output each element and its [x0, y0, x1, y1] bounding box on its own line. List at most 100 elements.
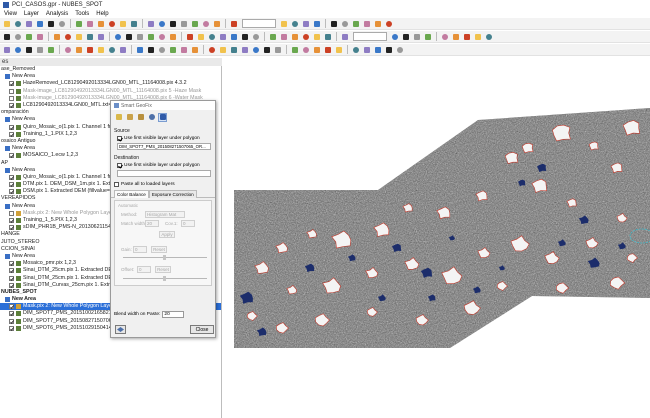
toolbar-dropdown[interactable] — [242, 19, 276, 28]
tool-icon[interactable] — [301, 45, 311, 55]
blend-width-input[interactable]: 20 — [162, 311, 185, 318]
cov-input[interactable]: 0 — [181, 220, 195, 227]
tool-icon[interactable] — [340, 32, 350, 42]
destination-first-visible-checkbox[interactable]: Use first visible layer under polygon — [111, 163, 215, 168]
layer-visibility-checkbox[interactable] — [9, 268, 14, 274]
layer-visibility-checkbox[interactable] — [9, 182, 14, 188]
layer-visibility-checkbox[interactable] — [9, 304, 14, 310]
layer-visibility-checkbox[interactable] — [9, 88, 14, 94]
tool-icon[interactable] — [185, 32, 195, 42]
layer-visibility-checkbox[interactable] — [9, 124, 14, 130]
gain-input[interactable]: 0 — [133, 246, 147, 253]
tool-icon[interactable] — [218, 32, 228, 42]
tool-icon[interactable] — [168, 32, 178, 42]
tool-icon[interactable] — [251, 45, 261, 55]
layer-visibility-checkbox[interactable] — [9, 210, 14, 216]
help-button[interactable] — [115, 325, 126, 334]
tool-icon[interactable] — [96, 19, 106, 29]
layer-visibility-checkbox[interactable] — [9, 95, 14, 101]
layer-visibility-checkbox[interactable] — [9, 318, 14, 324]
tool-icon[interactable] — [473, 32, 483, 42]
tool-icon[interactable] — [24, 19, 34, 29]
tool-icon[interactable] — [107, 19, 117, 29]
tool-icon[interactable] — [395, 45, 405, 55]
tool-icon[interactable] — [401, 32, 411, 42]
tool-icon[interactable] — [384, 19, 394, 29]
tool-icon[interactable] — [96, 45, 106, 55]
tool-icon[interactable] — [323, 45, 333, 55]
tool-icon[interactable] — [312, 32, 322, 42]
tool-icon[interactable] — [196, 32, 206, 42]
tool-icon[interactable] — [440, 32, 450, 42]
tool-icon[interactable] — [57, 19, 67, 29]
tool-icon[interactable] — [74, 32, 84, 42]
tool-icon[interactable] — [290, 45, 300, 55]
method-select[interactable]: Histogram Mat — [145, 211, 185, 218]
close-button[interactable]: Close — [190, 325, 214, 334]
menu-tools[interactable]: Tools — [75, 11, 89, 17]
tool-icon[interactable] — [451, 32, 461, 42]
tool-icon[interactable] — [52, 32, 62, 42]
tool-icon[interactable] — [279, 19, 289, 29]
tool-icon[interactable] — [35, 19, 45, 29]
tool-icon[interactable] — [218, 45, 228, 55]
destination-layer-select[interactable] — [117, 170, 211, 177]
tool-icon[interactable] — [484, 32, 494, 42]
tool-icon[interactable] — [207, 32, 217, 42]
tool-icon[interactable] — [168, 19, 178, 29]
layer-visibility-checkbox[interactable] — [9, 311, 14, 317]
tool-icon[interactable] — [135, 45, 145, 55]
layer-tree-item[interactable]: New Area — [0, 73, 221, 80]
copy-icon[interactable] — [114, 113, 123, 122]
tool-icon[interactable] — [229, 19, 239, 29]
tool-icon[interactable] — [146, 45, 156, 55]
tool-icon[interactable] — [229, 32, 239, 42]
layer-visibility-checkbox[interactable] — [9, 103, 14, 109]
paste-all-check-box[interactable] — [114, 182, 119, 187]
paste-all-checkbox[interactable]: Paste all to loaded layers — [111, 182, 215, 187]
tool-icon[interactable] — [290, 32, 300, 42]
tool-icon[interactable] — [157, 19, 167, 29]
layer-visibility-checkbox[interactable] — [9, 261, 14, 267]
tool-icon[interactable] — [323, 32, 333, 42]
tool-icon[interactable] — [312, 45, 322, 55]
menu-layer[interactable]: Layer — [24, 11, 39, 17]
tool-icon[interactable] — [301, 32, 311, 42]
undo-icon[interactable] — [147, 113, 156, 122]
source-first-visible-checkbox[interactable]: Use first visible layer under polygon — [111, 136, 215, 141]
tool-icon[interactable] — [340, 19, 350, 29]
tool-icon[interactable] — [229, 45, 239, 55]
map-canvas[interactable] — [222, 58, 650, 418]
tool-icon[interactable] — [290, 19, 300, 29]
tool-icon[interactable] — [35, 32, 45, 42]
menu-analysis[interactable]: Analysis — [46, 11, 68, 17]
tool-icon[interactable] — [2, 32, 12, 42]
offset-slider-handle[interactable] — [163, 276, 166, 281]
tool-icon[interactable] — [201, 19, 211, 29]
tool-icon[interactable] — [362, 45, 372, 55]
tool-icon[interactable] — [118, 45, 128, 55]
tool-icon[interactable] — [179, 45, 189, 55]
layer-visibility-checkbox[interactable] — [9, 131, 14, 137]
tool-icon[interactable] — [207, 45, 217, 55]
layer-visibility-checkbox[interactable] — [9, 275, 14, 281]
layer-visibility-checkbox[interactable] — [9, 225, 14, 231]
tool-icon[interactable] — [329, 19, 339, 29]
tool-icon[interactable] — [96, 32, 106, 42]
tool-icon[interactable] — [74, 19, 84, 29]
tool-icon[interactable] — [118, 19, 128, 29]
destination-check-box[interactable] — [117, 163, 122, 168]
source-check-box[interactable] — [117, 136, 122, 141]
tool-icon[interactable] — [179, 19, 189, 29]
tool-icon[interactable] — [13, 32, 23, 42]
tab-color-balance[interactable]: Color Balance — [114, 190, 149, 198]
tool-icon[interactable] — [129, 19, 139, 29]
layer-visibility-checkbox[interactable] — [9, 282, 14, 288]
tool-icon[interactable] — [113, 32, 123, 42]
tool-icon[interactable] — [334, 45, 344, 55]
tool-icon[interactable] — [46, 19, 56, 29]
offset-input[interactable]: 0 — [137, 266, 151, 273]
paste-icon[interactable] — [125, 113, 134, 122]
layer-visibility-checkbox[interactable] — [9, 189, 14, 195]
layer-visibility-checkbox[interactable] — [9, 218, 14, 224]
